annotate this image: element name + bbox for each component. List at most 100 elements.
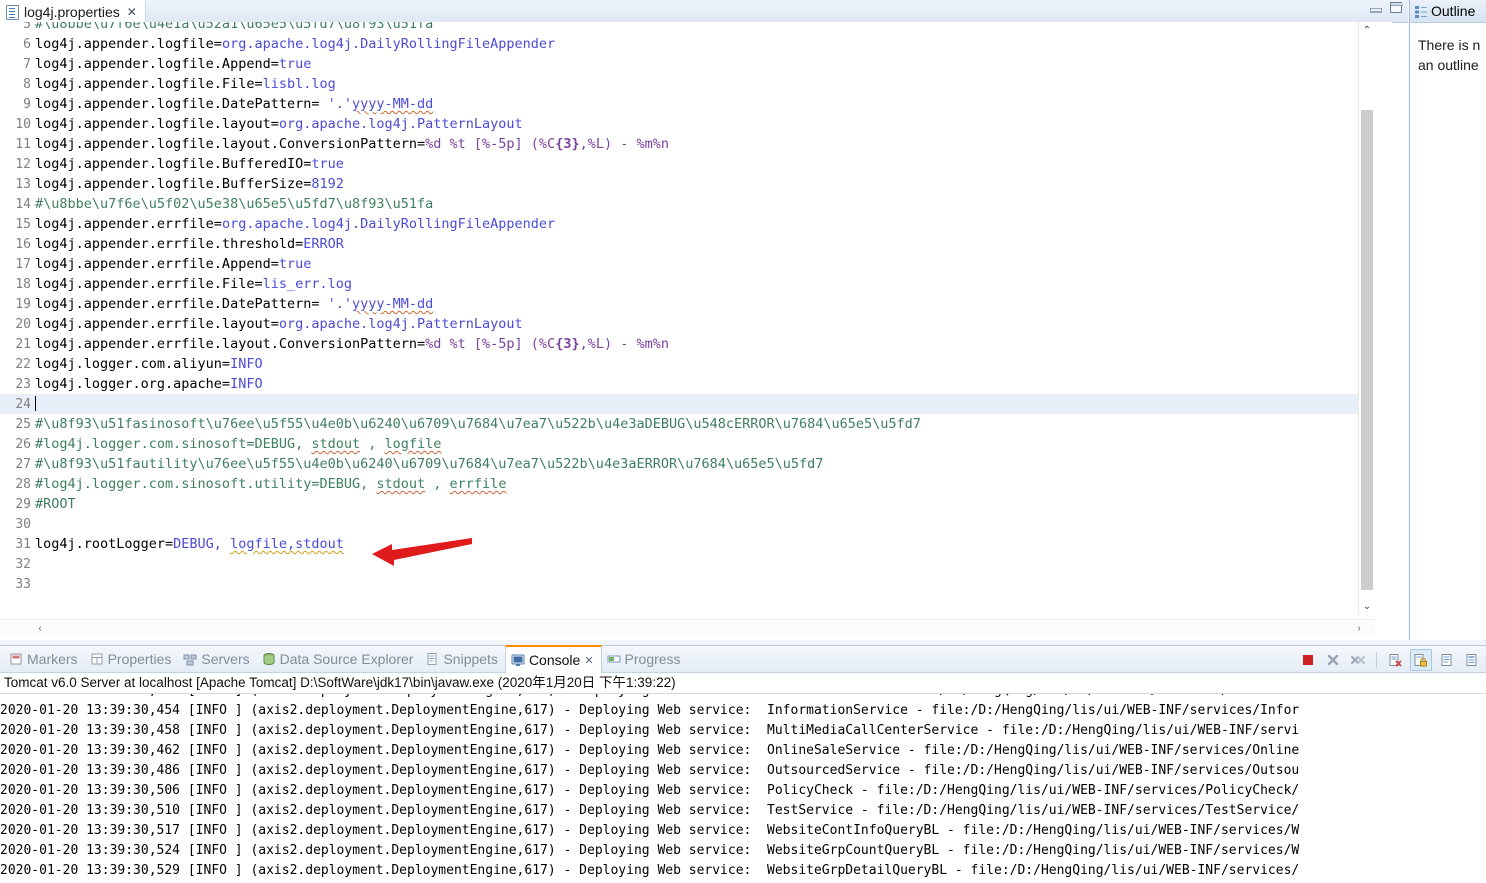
code-line[interactable]: 15 log4j.appender.errfile=org.apache.log4… [0,214,1375,234]
markers-icon [9,652,23,666]
code-line[interactable]: 11 log4j.appender.logfile.layout.Conversi… [0,134,1375,154]
scroll-left-icon[interactable]: ‹ [32,620,48,636]
editor-vertical-scrollbar[interactable]: ⌃ ⌄ [1358,22,1375,614]
code-segment: true [278,256,312,272]
code-segment: org.apache.log4j.PatternLayout [278,116,523,132]
line-number: 23 [15,377,31,392]
editor-tab-label: log4j.properties [24,4,120,20]
code-line[interactable]: 23 log4j.logger.org.apache=INFO [0,374,1375,394]
console-log-line: 2020-01-20 13:39:30,510 [INFO ] (axis2.d… [0,803,1300,818]
code-line[interactable]: 18 log4j.appender.errfile.File=lis_err.lo… [0,274,1375,294]
code-line[interactable]: 7 log4j.appender.logfile.Append=true [0,54,1375,74]
code-line[interactable]: 5 #\u8bbe\u7f6e\u4e1a\u52a1\u65e5\u5fd7\u… [0,22,1375,34]
line-number: 28 [15,477,31,492]
properties-icon [90,652,104,666]
code-segment: log4j.appender.logfile.DatePattern= [35,96,328,112]
close-icon[interactable]: ✕ [584,654,593,667]
code-segment: log4j.appender.logfile.BufferSize= [35,176,312,192]
code-line[interactable]: 20 log4j.appender.errfile.layout=org.apac… [0,314,1375,334]
view-tab-markers[interactable]: Markers [4,646,85,672]
code-line[interactable]: 30 [0,514,1375,534]
code-viewport[interactable]: 5 #\u8bbe\u7f6e\u4e1a\u52a1\u65e5\u5fd7\u… [0,22,1375,614]
view-tab-properties[interactable]: Properties [85,646,179,672]
overview-ruler[interactable] [1374,22,1392,614]
line-number: 16 [15,237,31,252]
code-segment: log4j.appender.logfile.layout= [35,116,279,132]
line-number: 24 [15,397,31,412]
code-line[interactable]: 14 #\u8bbe\u7f6e\u5f02\u5e38\u65e5\u5fd7\… [0,194,1375,214]
properties-file-icon [6,5,19,20]
code-line[interactable]: 9 log4j.appender.logfile.DatePattern= '.'… [0,94,1375,114]
clear-console-button[interactable] [1385,650,1405,670]
code-segment: logfile [384,436,442,452]
remove-launch-button[interactable] [1323,650,1343,670]
code-segment: errfile [449,476,507,492]
code-segment: ,%L) - %m%n [579,136,669,152]
scroll-up-icon[interactable]: ⌃ [1359,22,1375,38]
view-tab-snippets[interactable]: Snippets [420,646,504,672]
console-log-line: 2020-01-20 13:39:30,524 [INFO ] (axis2.d… [0,843,1300,858]
code-line[interactable]: 22 log4j.logger.com.aliyun=INFO [0,354,1375,374]
line-number: 30 [15,517,31,532]
code-line[interactable]: 21 log4j.appender.errfile.layout.Conversi… [0,334,1375,354]
code-line[interactable]: 28 #log4j.logger.com.sinosoft.utility=DEB… [0,474,1375,494]
code-line[interactable]: 24 [0,394,1375,414]
code-line[interactable]: 19 log4j.appender.errfile.DatePattern= '.… [0,294,1375,314]
code-line[interactable]: 16 log4j.appender.errfile.threshold=ERROR [0,234,1375,254]
code-line[interactable]: 10 log4j.appender.logfile.layout=org.apac… [0,114,1375,134]
progress-icon [607,652,621,666]
editor-horizontal-scrollbar[interactable]: ‹ › [0,619,1375,636]
minimize-icon[interactable] [1370,3,1382,13]
console-output[interactable]: 2020-01-20 13:39:30,450 [INFO ] (axis2.d… [0,694,1486,883]
editor-vscroll-thumb[interactable] [1361,110,1373,590]
code-line[interactable]: 33 [0,574,1375,594]
editor-area: log4j.properties ✕ 4log4j.appender.stdou… [0,0,1408,640]
pin-console-button[interactable] [1437,650,1457,670]
view-tab-label: Data Source Explorer [279,651,414,667]
view-tab-progress[interactable]: Progress [602,646,688,672]
code-line[interactable]: 29 #ROOT [0,494,1375,514]
servers-icon [183,652,197,666]
code-segment: yyyy-MM-dd [352,296,434,312]
line-number: 32 [15,557,31,572]
maximize-icon[interactable] [1390,2,1403,13]
scroll-down-icon[interactable]: ⌄ [1359,598,1375,614]
terminate-button[interactable] [1298,650,1318,670]
code-segment: log4j.appender.logfile.File= [35,76,263,92]
code-line[interactable]: 13 log4j.appender.logfile.BufferSize=8192 [0,174,1375,194]
line-number: 26 [15,437,31,452]
line-number: 25 [15,417,31,432]
display-selected-console-button[interactable] [1462,650,1482,670]
code-segment: ERROR [303,236,344,252]
code-line[interactable]: 32 [0,554,1375,574]
code-line[interactable]: 17 log4j.appender.errfile.Append=true [0,254,1375,274]
code-line[interactable]: 31 log4j.rootLogger=DEBUG, logfile,stdout [0,534,1375,554]
view-tab-data-source-explorer[interactable]: Data Source Explorer [257,646,421,672]
console-log-line: 2020-01-20 13:39:30,462 [INFO ] (axis2.d… [0,743,1300,758]
view-tab-servers[interactable]: Servers [178,646,256,672]
code-segment: ,%L) - %m%n [579,336,669,352]
code-segment: log4j.appender.errfile.threshold= [35,236,304,252]
code-line[interactable]: 25 #\u8f93\u51fasinosoft\u76ee\u5f55\u4e0… [0,414,1375,434]
code-line[interactable]: 8 log4j.appender.logfile.File=lisbl.log [0,74,1375,94]
code-line[interactable]: 26 #log4j.logger.com.sinosoft=DEBUG, stdo… [0,434,1375,454]
eclipse-workbench: log4j.properties ✕ 4log4j.appender.stdou… [0,0,1486,883]
scroll-right-icon[interactable]: › [1351,620,1367,636]
editor-tab-log4j-properties[interactable]: log4j.properties ✕ [0,0,146,23]
view-tab-console[interactable]: Console ✕ [504,645,602,673]
code-segment: logfile,stdout [230,536,344,552]
code-line[interactable]: 12 log4j.appender.logfile.BufferedIO=true [0,154,1375,174]
code-segment: yyyy-MM-dd [352,96,434,112]
code-line[interactable]: 6 log4j.appender.logfile=org.apache.log4j… [0,34,1375,54]
line-number: 9 [23,97,31,112]
remove-all-terminated-button[interactable] [1348,650,1368,670]
code-segment: #\u8f93\u51fasinosoft\u76ee\u5f55\u4e0b\… [35,416,921,432]
code-segment: {3} [555,136,580,152]
code-line[interactable]: 27 #\u8f93\u51fautility\u76ee\u5f55\u4e0b… [0,454,1375,474]
scroll-lock-button[interactable] [1410,649,1432,671]
code-segment: INFO [230,376,263,392]
code-segment: org.apache.log4j.DailyRollingFileAppende… [221,216,556,232]
close-icon[interactable]: ✕ [127,6,137,18]
console-log-line: 2020-01-20 13:39:30,458 [INFO ] (axis2.d… [0,723,1300,738]
outline-tab[interactable]: Outline [1410,0,1486,23]
